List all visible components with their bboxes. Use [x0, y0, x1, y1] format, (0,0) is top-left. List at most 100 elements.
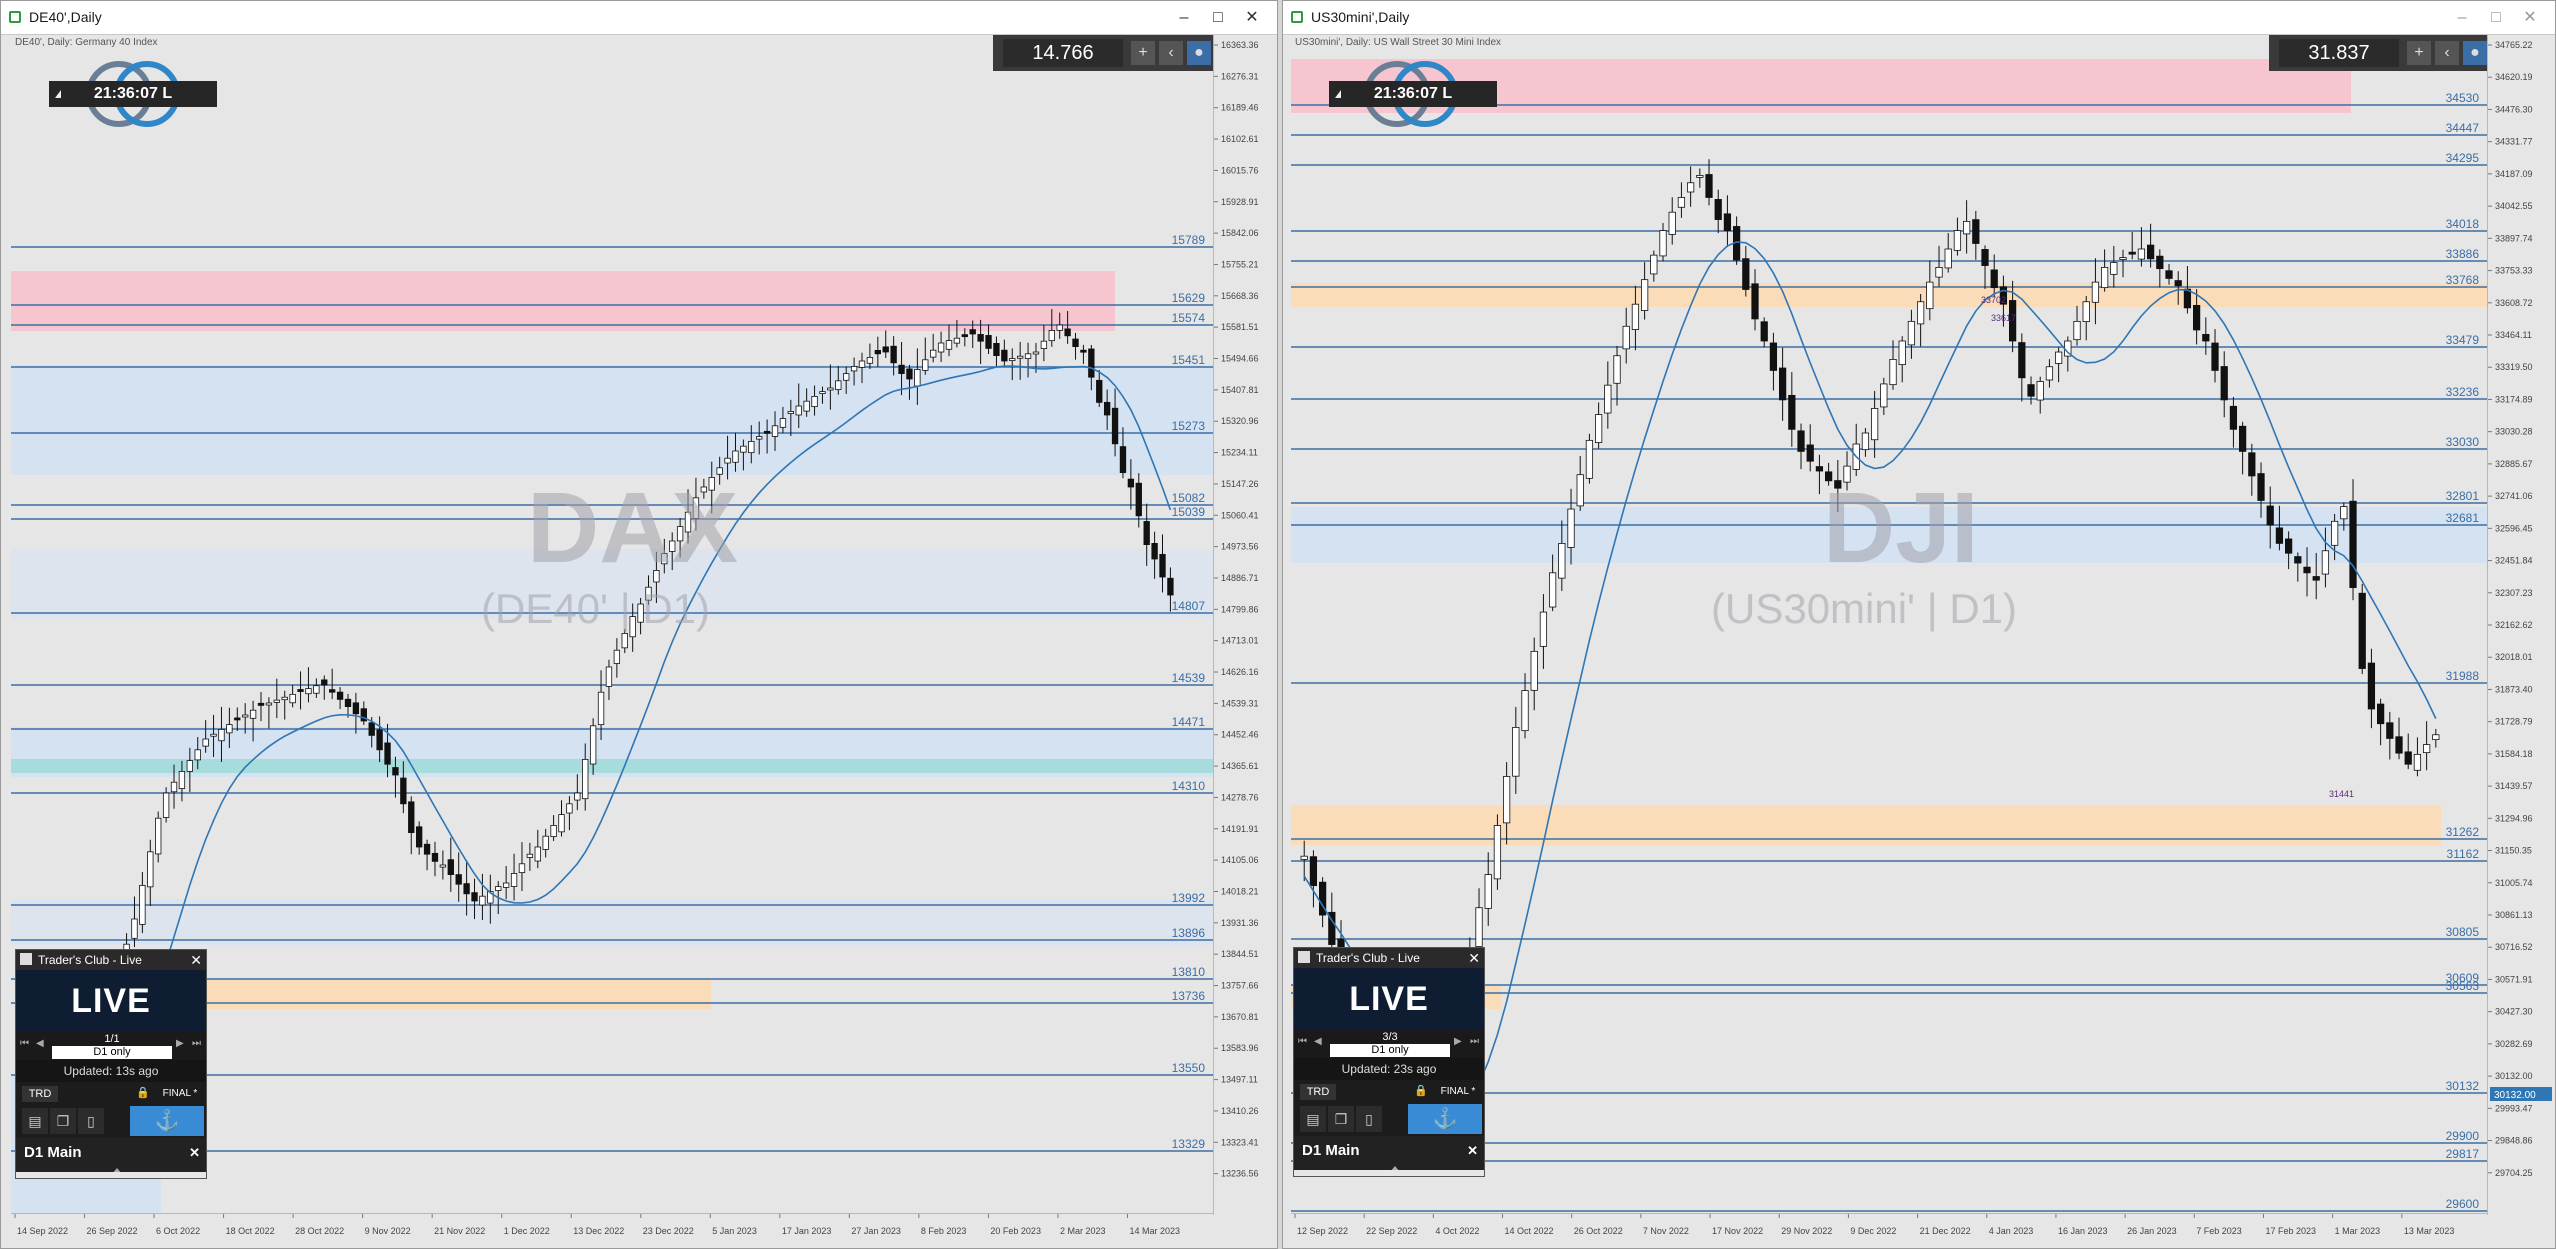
candle-body [1521, 690, 1529, 732]
close-icon[interactable]: ✕ [2517, 5, 2543, 31]
candle-body [2404, 751, 2412, 765]
page-indicator: 3/3 [1382, 1031, 1398, 1043]
plus-icon[interactable]: + [2407, 41, 2431, 65]
maximize-icon[interactable]: □ [2483, 5, 2509, 31]
time-tick-label: 26 Sep 2022 [87, 1226, 138, 1236]
candle-body [265, 702, 273, 706]
candle-body [1788, 394, 1796, 430]
first-page-icon[interactable]: ⏮ [20, 1038, 32, 1052]
candle-body [1778, 367, 1787, 401]
panel-title: Trader's Club - Live [1316, 951, 1420, 965]
panel-close-icon[interactable]: ✕ [1468, 948, 1480, 968]
lock-icon[interactable]: 🔒 [1414, 1084, 1428, 1098]
chevron-left-icon[interactable]: ‹ [2435, 41, 2459, 65]
candle-body [803, 400, 810, 412]
candle-body [1475, 907, 1483, 947]
candle-body [336, 691, 344, 700]
price-tick-label: 16363.36 [1221, 40, 1259, 50]
chevron-left-icon[interactable]: ‹ [1159, 41, 1183, 65]
filter-select[interactable]: D1 only [1330, 1044, 1450, 1057]
maximize-icon[interactable]: □ [1205, 5, 1231, 31]
candle-body [795, 405, 802, 416]
plus-icon[interactable]: + [1131, 41, 1155, 65]
chart-window-dax[interactable]: DE40',Daily – □ ✕ 15789 15629 15574 15451 15… [0, 0, 1278, 1249]
toggle-icon[interactable]: ● [1187, 41, 1211, 65]
time-axis[interactable]: 14 Sep 2022 26 Sep 2022 6 Oct 2022 18 Oct 2… [11, 1213, 1213, 1248]
time-tick-label: 17 Nov 2022 [1712, 1226, 1763, 1236]
anchor-button[interactable]: ⚓ [1408, 1104, 1482, 1134]
main-close-icon[interactable]: ✕ [189, 1138, 200, 1168]
window-titlebar[interactable]: US30mini',Daily – □ ✕ [1283, 1, 2555, 35]
price-tick-label: 13844.51 [1221, 949, 1259, 959]
level-label: 15082 [1172, 491, 1206, 505]
price-tick-label: 13583.96 [1221, 1043, 1259, 1053]
window-titlebar[interactable]: DE40',Daily – □ ✕ [1, 1, 1277, 35]
next-page-icon[interactable]: ▶ [176, 1038, 188, 1052]
candle-body [1576, 474, 1584, 507]
price-tick-label: 16189.46 [1221, 103, 1259, 113]
next-page-icon[interactable]: ▶ [1454, 1036, 1466, 1050]
document-icon[interactable]: ▤ [22, 1108, 48, 1134]
candle-body [384, 742, 391, 765]
last-page-icon[interactable]: ⏭ [1470, 1036, 1482, 1050]
price-tick-label: 13323.41 [1221, 1137, 1259, 1147]
time-tick-label: 27 Jan 2023 [851, 1226, 901, 1236]
candle-body [1103, 401, 1111, 416]
price-tick-label: 32162.62 [2495, 620, 2533, 630]
candle-body [2349, 500, 2357, 588]
filter-select[interactable]: D1 only [52, 1046, 172, 1059]
panel-close-icon[interactable]: ✕ [190, 950, 202, 970]
candle-body [1797, 430, 1805, 452]
candle-body [2027, 384, 2035, 397]
candle-body [2266, 505, 2274, 526]
candle-body [1880, 383, 1888, 408]
level-label: 15789 [1172, 233, 1206, 247]
prev-page-icon[interactable]: ◀ [1314, 1036, 1326, 1050]
time-tick-label: 17 Jan 2023 [782, 1226, 832, 1236]
candle-body [534, 846, 541, 862]
close-icon[interactable]: ✕ [1239, 5, 1265, 31]
windows-icon[interactable]: ❐ [50, 1108, 76, 1134]
level-label: 15629 [1172, 291, 1206, 305]
anchor-button[interactable]: ⚓ [130, 1106, 204, 1136]
candle-body [2119, 257, 2127, 260]
price-axis[interactable]: 16363.36 16276.31 16189.46 16102.61 16015.76… [1213, 35, 1273, 1215]
prev-page-icon[interactable]: ◀ [36, 1038, 48, 1052]
windows-icon[interactable]: ❐ [1328, 1106, 1354, 1132]
level-label: 15574 [1172, 311, 1206, 325]
spread-value: 14.766 [1003, 39, 1123, 67]
price-tick-label: 15147.26 [1221, 479, 1259, 489]
trd-button[interactable]: TRD [22, 1086, 58, 1102]
price-badge: 30132.00 [2494, 1090, 2536, 1101]
lock-icon[interactable]: 🔒 [136, 1086, 150, 1100]
trash-icon[interactable]: ▯ [78, 1108, 104, 1134]
price-axis[interactable]: 34765.22 34620.19 34476.30 34331.77 34187.09… [2487, 35, 2555, 1215]
last-page-icon[interactable]: ⏭ [192, 1038, 204, 1052]
server-clock: 21:36:07 L [1329, 81, 1497, 107]
document-icon[interactable]: ▤ [1300, 1106, 1326, 1132]
time-axis[interactable]: 12 Sep 2022 22 Sep 2022 4 Oct 2022 14 Oct 2… [1291, 1213, 2487, 1248]
minimize-icon[interactable]: – [2449, 5, 2475, 31]
candle-body [1143, 521, 1150, 546]
candle-body [2174, 280, 2182, 287]
candle-body [2340, 506, 2348, 520]
level-label: 34530 [2446, 91, 2480, 105]
first-page-icon[interactable]: ⏮ [1298, 1036, 1310, 1050]
page-navigator: ⏮ ◀ 1/1 D1 only ▶ ⏭ [16, 1032, 206, 1060]
candle-body [1659, 230, 1667, 257]
toggle-icon[interactable]: ● [2463, 41, 2487, 65]
candle-body [732, 450, 739, 463]
minimize-icon[interactable]: – [1171, 5, 1197, 31]
main-close-icon[interactable]: ✕ [1467, 1136, 1478, 1166]
chart-window-dji[interactable]: US30mini',Daily – □ ✕ 34530 34447 34295 340… [1282, 0, 2556, 1249]
candle-body [1686, 182, 1695, 193]
zone-band [11, 899, 1213, 945]
candle-body [249, 709, 257, 719]
trd-button[interactable]: TRD [1300, 1084, 1336, 1100]
candle-body [906, 368, 913, 380]
candle-body [1769, 342, 1778, 371]
level-label: 13992 [1172, 891, 1206, 905]
page-navigator: ⏮ ◀ 3/3 D1 only ▶ ⏭ [1294, 1030, 1484, 1058]
candle-body [1926, 281, 1934, 310]
trash-icon[interactable]: ▯ [1356, 1106, 1382, 1132]
